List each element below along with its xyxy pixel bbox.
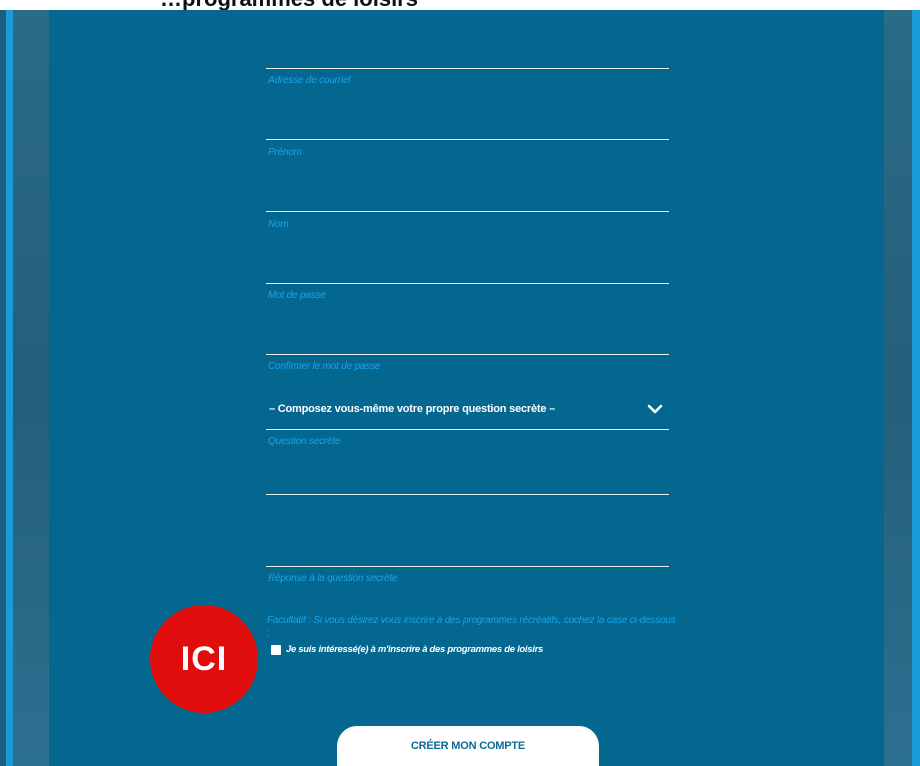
password-field[interactable]: Mot de passe	[266, 254, 669, 306]
last-name-input-underline[interactable]	[266, 211, 669, 212]
optional-programs-text: Facultatif : Si vous désirez vous inscri…	[267, 615, 676, 639]
custom-question-input-underline[interactable]	[266, 494, 669, 495]
ici-annotation-badge: ICI	[150, 605, 258, 713]
last-name-field[interactable]: Nom	[266, 182, 669, 234]
secret-question-label: Question secrète	[268, 436, 341, 447]
left-background-image	[13, 10, 49, 766]
create-account-button-label: CRÉER MON COMPTE	[410, 740, 526, 752]
recreation-programs-checkbox-label[interactable]: Je suis intéressé(e) à m'inscrire à des …	[286, 644, 543, 655]
chevron-down-icon[interactable]	[647, 403, 663, 415]
ici-annotation-text: ICI	[180, 639, 228, 678]
first-name-input-underline[interactable]	[266, 139, 669, 140]
right-background-image	[884, 10, 912, 766]
recreation-programs-checkbox[interactable]	[271, 645, 281, 655]
top-heading-fragment: …programmes de loisirs	[160, 0, 418, 10]
secret-question-label-wrap: Question secrète	[266, 430, 669, 450]
create-account-button[interactable]: CRÉER MON COMPTE	[337, 726, 599, 766]
confirm-password-label: Confirmer le mot de passe	[268, 361, 381, 372]
left-accent-bar	[6, 10, 13, 766]
confirm-password-input-underline[interactable]	[266, 354, 669, 355]
first-name-label: Prénom	[268, 147, 302, 158]
top-strip: …programmes de loisirs	[0, 0, 920, 10]
email-field[interactable]: Adresse de courriel	[266, 40, 669, 90]
confirm-password-field[interactable]: Confirmer le mot de passe	[266, 325, 669, 377]
password-input-underline[interactable]	[266, 283, 669, 284]
right-accent-bar	[912, 10, 920, 766]
secret-answer-field[interactable]: Réponse à la question secrète	[266, 538, 669, 588]
email-input-underline[interactable]	[266, 68, 669, 69]
last-name-label: Nom	[268, 219, 289, 230]
first-name-field[interactable]: Prénom	[266, 110, 669, 162]
custom-question-field[interactable]	[266, 466, 669, 498]
secret-answer-label: Réponse à la question secrète	[268, 573, 398, 584]
password-label: Mot de passe	[268, 290, 326, 301]
secret-question-select[interactable]: – Composez vous-même votre propre questi…	[266, 393, 669, 430]
secret-answer-input-underline[interactable]	[266, 566, 669, 567]
secret-question-select-value: – Composez vous-même votre propre questi…	[269, 403, 556, 415]
email-label: Adresse de courriel	[268, 75, 351, 86]
